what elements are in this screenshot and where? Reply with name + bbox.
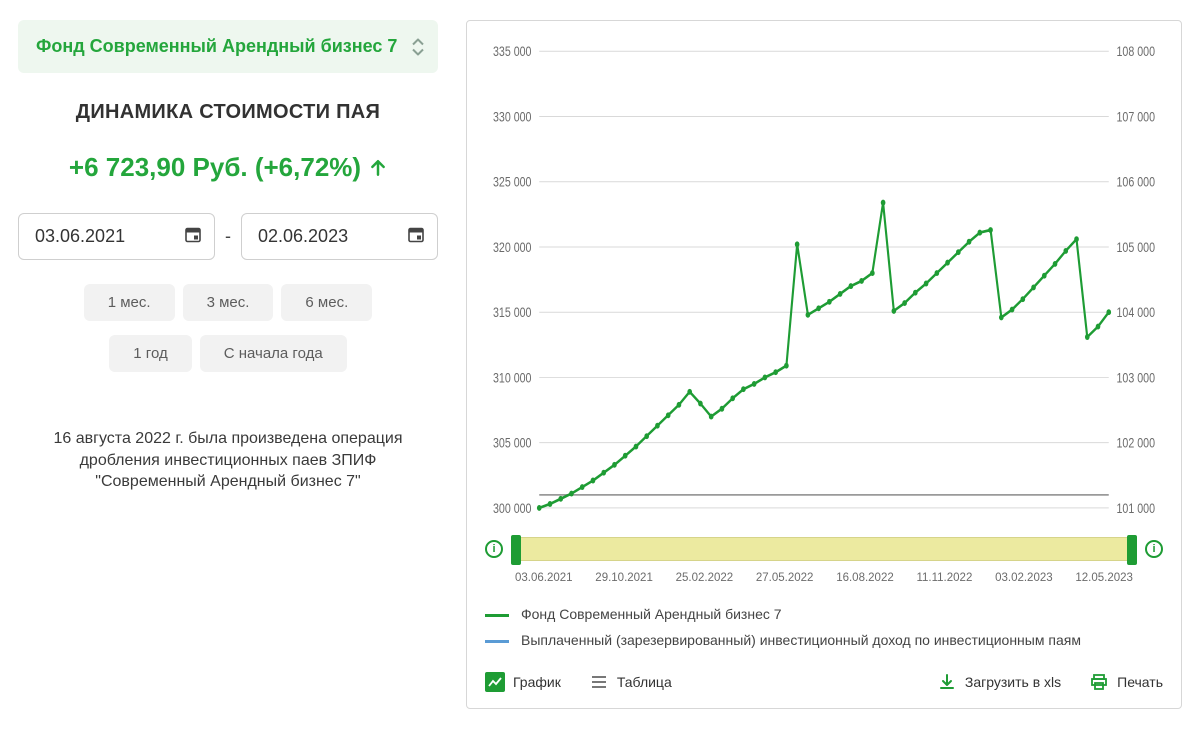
x-tick: 25.02.2022 bbox=[676, 572, 734, 584]
svg-text:105 000: 105 000 bbox=[1117, 240, 1156, 256]
table-icon bbox=[589, 672, 609, 692]
x-tick: 12.05.2023 bbox=[1075, 572, 1133, 584]
calendar-icon bbox=[407, 225, 425, 248]
value-change-text: +6 723,90 Руб. (+6,72%) bbox=[69, 152, 361, 183]
date-range: 03.06.2021 - 02.06.2023 bbox=[18, 213, 438, 260]
legend-series-2: Выплаченный (зарезервированный) инвестиц… bbox=[485, 632, 1163, 648]
legend-label-1: Фонд Современный Арендный бизнес 7 bbox=[521, 606, 782, 622]
print-button[interactable]: Печать bbox=[1089, 672, 1163, 692]
fund-selector[interactable]: Фонд Современный Арендный бизнес 7 bbox=[18, 20, 438, 73]
info-icon[interactable]: i bbox=[485, 540, 503, 558]
x-tick: 16.08.2022 bbox=[836, 572, 894, 584]
download-xls-button[interactable]: Загрузить в xls bbox=[937, 672, 1061, 692]
time-scrubber: i i bbox=[485, 534, 1163, 564]
chart-svg: 300 000 101 000 305 000 102 000 310 000 103 0… bbox=[485, 39, 1163, 530]
svg-text:108 000: 108 000 bbox=[1117, 44, 1156, 60]
value-change: +6 723,90 Руб. (+6,72%) bbox=[69, 152, 387, 183]
date-from-input[interactable]: 03.06.2021 bbox=[18, 213, 215, 260]
x-axis-ticks: 03.06.2021 29.10.2021 25.02.2022 27.05.2022… bbox=[515, 572, 1133, 584]
date-to-input[interactable]: 02.06.2023 bbox=[241, 213, 438, 260]
svg-text:330 000: 330 000 bbox=[493, 109, 532, 125]
period-row-2: 1 год С начала года bbox=[109, 335, 346, 372]
view-chart-button[interactable]: График bbox=[485, 672, 561, 692]
svg-text:325 000: 325 000 bbox=[493, 174, 532, 190]
calendar-icon bbox=[184, 225, 202, 248]
scrubber-handle-left[interactable] bbox=[511, 535, 521, 565]
x-tick: 03.06.2021 bbox=[515, 572, 573, 584]
period-1y-button[interactable]: 1 год bbox=[109, 335, 191, 372]
svg-text:305 000: 305 000 bbox=[493, 435, 532, 451]
view-table-button[interactable]: Таблица bbox=[589, 672, 672, 692]
legend-swatch-blue bbox=[485, 640, 509, 643]
date-separator: - bbox=[225, 226, 231, 247]
chart-area[interactable]: 300 000 101 000 305 000 102 000 310 000 103 0… bbox=[485, 39, 1163, 530]
toolbar: График Таблица Загрузить в xls Печать bbox=[485, 672, 1163, 692]
view-chart-label: График bbox=[513, 674, 561, 690]
svg-text:106 000: 106 000 bbox=[1117, 174, 1156, 190]
period-6m-button[interactable]: 6 мес. bbox=[281, 284, 372, 321]
view-table-label: Таблица bbox=[617, 674, 672, 690]
chart-icon bbox=[485, 672, 505, 692]
period-3m-button[interactable]: 3 мес. bbox=[183, 284, 274, 321]
split-note: 16 августа 2022 г. была произведена опер… bbox=[48, 428, 408, 493]
x-tick: 03.02.2023 bbox=[995, 572, 1053, 584]
download-icon bbox=[937, 672, 957, 692]
left-panel: Фонд Современный Арендный бизнес 7 ДИНАМ… bbox=[18, 20, 438, 709]
fund-selector-label: Фонд Современный Арендный бизнес 7 bbox=[36, 36, 397, 56]
scrubber-track[interactable] bbox=[511, 537, 1137, 561]
svg-text:315 000: 315 000 bbox=[493, 305, 532, 321]
section-title: ДИНАМИКА СТОИМОСТИ ПАЯ bbox=[76, 101, 380, 124]
print-label: Печать bbox=[1117, 674, 1163, 690]
legend-series-1: Фонд Современный Арендный бизнес 7 bbox=[485, 606, 1163, 622]
arrow-up-icon bbox=[369, 159, 387, 177]
print-icon bbox=[1089, 672, 1109, 692]
right-panel: 300 000 101 000 305 000 102 000 310 000 103 0… bbox=[466, 20, 1182, 709]
date-from-value: 03.06.2021 bbox=[35, 226, 125, 246]
scrubber-handle-right[interactable] bbox=[1127, 535, 1137, 565]
x-tick: 27.05.2022 bbox=[756, 572, 814, 584]
svg-text:335 000: 335 000 bbox=[493, 44, 532, 60]
legend: Фонд Современный Арендный бизнес 7 Выпла… bbox=[485, 606, 1163, 648]
legend-swatch-green bbox=[485, 614, 509, 617]
period-ytd-button[interactable]: С начала года bbox=[200, 335, 347, 372]
svg-text:101 000: 101 000 bbox=[1117, 501, 1156, 517]
svg-text:103 000: 103 000 bbox=[1117, 370, 1156, 386]
legend-label-2: Выплаченный (зарезервированный) инвестиц… bbox=[521, 632, 1081, 648]
svg-text:320 000: 320 000 bbox=[493, 240, 532, 256]
chevron-updown-icon bbox=[412, 38, 424, 55]
svg-text:107 000: 107 000 bbox=[1117, 109, 1156, 125]
download-label: Загрузить в xls bbox=[965, 674, 1061, 690]
date-to-value: 02.06.2023 bbox=[258, 226, 348, 246]
svg-text:102 000: 102 000 bbox=[1117, 435, 1156, 451]
svg-text:104 000: 104 000 bbox=[1117, 305, 1156, 321]
info-icon[interactable]: i bbox=[1145, 540, 1163, 558]
period-row-1: 1 мес. 3 мес. 6 мес. bbox=[84, 284, 373, 321]
x-tick: 11.11.2022 bbox=[916, 572, 972, 584]
period-1m-button[interactable]: 1 мес. bbox=[84, 284, 175, 321]
svg-text:300 000: 300 000 bbox=[493, 501, 532, 517]
x-tick: 29.10.2021 bbox=[595, 572, 653, 584]
svg-text:310 000: 310 000 bbox=[493, 370, 532, 386]
